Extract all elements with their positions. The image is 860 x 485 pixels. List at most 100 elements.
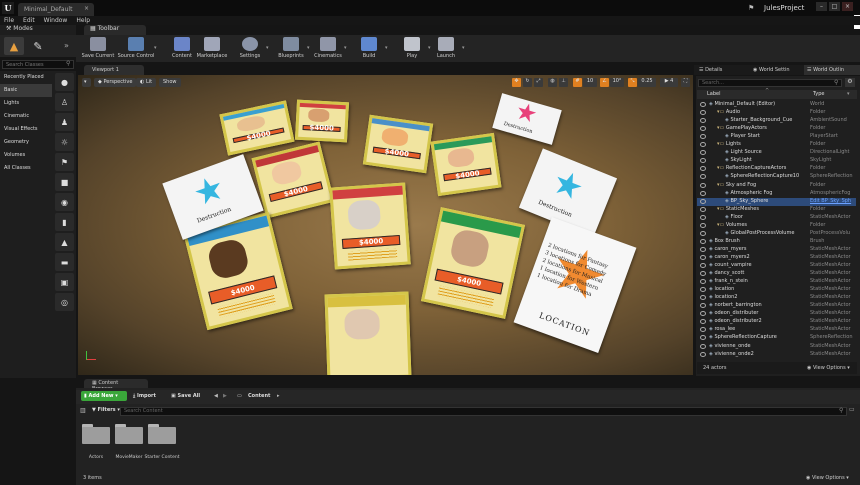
visibility-eye-icon[interactable]	[700, 118, 706, 124]
content-view-options-button[interactable]: ◉ View Options ▾	[806, 475, 849, 481]
visibility-eye-icon[interactable]	[700, 206, 706, 212]
outliner-row[interactable]: ◈ BP_Sky_Sphere Edit BP_Sky_Sph	[697, 197, 856, 206]
visibility-eye-icon[interactable]	[700, 343, 706, 349]
folder-icon[interactable]	[115, 424, 143, 444]
place-mode-icon[interactable]: ▲	[4, 37, 24, 55]
visibility-eye-icon[interactable]	[700, 327, 706, 333]
save-all-button[interactable]: ▣ Save All	[171, 393, 200, 399]
visibility-eye-icon[interactable]	[700, 150, 706, 156]
visibility-eye-icon[interactable]	[700, 142, 706, 148]
viewport[interactable]: ▾ ◆ Perspective ◐ Lit Show ✥ ↻ ⤢ ◍ ⊥ # 1…	[78, 75, 693, 375]
path-chevron-icon[interactable]: ▸	[277, 393, 280, 399]
toolbar-tab[interactable]: ▦ Toolbar	[84, 25, 146, 35]
cylinder-icon[interactable]: ▮	[55, 213, 74, 231]
outliner-row[interactable]: ◈ Box Brush Brush	[697, 238, 856, 246]
chevron-right-icon[interactable]: »	[64, 41, 69, 50]
outliner-row[interactable]: ▾▭ Sky and Fog Folder	[697, 182, 856, 190]
world-outliner-tab[interactable]: ☰ World Outlin	[804, 65, 860, 75]
minimize-button[interactable]: –	[816, 2, 827, 11]
rotation-snap-value[interactable]: 10°	[610, 78, 624, 87]
outliner-row[interactable]: ◈ Minimal_Default (Editor) World	[697, 101, 856, 109]
close-tab-icon[interactable]: ×	[84, 5, 89, 12]
player-start-icon[interactable]: ⚑	[55, 153, 74, 171]
content-search-input[interactable]: Search Content	[120, 407, 847, 416]
label-column-header[interactable]: Label	[707, 91, 721, 97]
visibility-eye-icon[interactable]	[700, 295, 706, 301]
add-new-button[interactable]: ▮ Add New ▾	[81, 391, 127, 401]
visibility-eye-icon[interactable]	[700, 214, 706, 220]
outliner-row[interactable]: ◈ dancy_scott StaticMeshActor	[697, 270, 856, 278]
outliner-row[interactable]: ◈ norbert_barrington StaticMeshActor	[697, 302, 856, 310]
details-tab[interactable]: ☰ Details	[696, 65, 746, 75]
world-local-icon[interactable]: ◍	[548, 78, 557, 87]
grid-snap-value[interactable]: 10	[583, 78, 597, 87]
category-lights[interactable]: Lights	[0, 97, 52, 110]
outliner-row[interactable]: ▾▭ ReflectionCaptureActors Folder	[697, 165, 856, 173]
actor-card[interactable]: $4000	[420, 207, 526, 319]
maximize-viewport-icon[interactable]: ⛶	[681, 78, 690, 87]
grid-snap-icon[interactable]: #	[573, 78, 582, 87]
empty-character-icon[interactable]: ♙	[55, 93, 74, 111]
visibility-eye-icon[interactable]	[700, 271, 706, 277]
camera-speed-button[interactable]: ▶ 4	[660, 78, 678, 87]
category-recently-placed[interactable]: Recently Placed	[0, 71, 52, 84]
visibility-eye-icon[interactable]	[700, 126, 706, 132]
viewport-options-icon[interactable]: ▾	[82, 78, 91, 87]
visibility-eye-icon[interactable]	[700, 166, 706, 172]
folder-icon[interactable]	[148, 424, 176, 444]
location-card[interactable]: ★ 2 locations for Fantasy 3 locations fo…	[513, 216, 637, 354]
save-search-icon[interactable]: ▭	[849, 406, 855, 413]
outliner-row[interactable]: ▾▭ Lights Folder	[697, 141, 856, 149]
back-arrow-icon[interactable]: ◀	[214, 393, 218, 399]
world-settings-tab[interactable]: ◉ World Settin	[750, 65, 802, 75]
outliner-row[interactable]: ◈ location StaticMeshActor	[697, 286, 856, 294]
source-control-button[interactable]: Source Control	[114, 35, 158, 62]
outliner-row[interactable]: ◈ location2 StaticMeshActor	[697, 294, 856, 302]
visibility-eye-icon[interactable]	[700, 287, 706, 293]
outliner-row[interactable]: ◈ Starter_Background_Cue AmbientSound	[697, 117, 856, 125]
lit-button[interactable]: ◐ Lit	[136, 78, 157, 87]
outliner-row[interactable]: ◈ caron_myers StaticMeshActor	[697, 246, 856, 254]
outliner-row[interactable]: ◈ SphereReflectionCapture SphereReflectio…	[697, 334, 856, 342]
rotation-snap-icon[interactable]: ∠	[600, 78, 609, 87]
filters-button[interactable]: ▼ Filters ▾	[92, 407, 120, 413]
visibility-eye-icon[interactable]	[700, 351, 706, 357]
actor-card[interactable]: $4000	[329, 182, 411, 270]
outliner-row[interactable]: ◈ SkyLight SkyLight	[697, 157, 856, 165]
outliner-row[interactable]: ◈ SphereReflectionCapture10 SphereReflect…	[697, 173, 856, 181]
outliner-row[interactable]: ◈ GlobalPostProcessVolume PostProcessVolu	[697, 230, 856, 238]
outliner-row[interactable]: ◈ count_vampire StaticMeshActor	[697, 262, 856, 270]
outliner-row[interactable]: ◈ odeon_distributer2 StaticMeshActor	[697, 318, 856, 326]
visibility-eye-icon[interactable]	[700, 198, 706, 204]
category-volumes[interactable]: Volumes	[0, 149, 52, 162]
maximize-button[interactable]: □	[829, 2, 840, 11]
outliner-row[interactable]: ◈ Atmospheric Fog AtmosphericFog	[697, 190, 856, 198]
outliner-row[interactable]: ◈ caron_myers2 StaticMeshActor	[697, 254, 856, 262]
modes-tab[interactable]: ⚒ Modes	[0, 25, 76, 35]
outliner-row[interactable]: ◈ frank_n_stein StaticMeshActor	[697, 278, 856, 286]
launch-dropdown-icon[interactable]: ▾	[462, 45, 465, 51]
visibility-eye-icon[interactable]	[700, 134, 706, 140]
visibility-eye-icon[interactable]	[700, 254, 706, 260]
visibility-eye-icon[interactable]	[700, 222, 706, 228]
perspective-button[interactable]: ◆ Perspective	[94, 78, 137, 87]
visibility-eye-icon[interactable]	[700, 190, 706, 196]
outliner-search-input[interactable]: Search...	[698, 79, 842, 87]
outliner-row[interactable]: ◈ Light Source DirectionalLight	[697, 149, 856, 157]
visibility-eye-icon[interactable]	[700, 238, 706, 244]
point-light-icon[interactable]: ☼	[55, 133, 74, 151]
menu-window[interactable]: Window	[44, 17, 68, 24]
empty-actor-icon[interactable]: ●	[55, 73, 74, 91]
outliner-row[interactable]: ◈ vivienne_onde2 StaticMeshActor	[697, 351, 856, 359]
show-button[interactable]: Show	[159, 78, 181, 87]
actor-card[interactable]: $4000	[430, 132, 502, 197]
folder-icon[interactable]	[82, 424, 110, 444]
outliner-row[interactable]: ▾▭ StaticMeshes Folder	[697, 206, 856, 214]
plane-icon[interactable]: ▬	[55, 253, 74, 271]
visibility-eye-icon[interactable]	[700, 230, 706, 236]
actor-card[interactable]: $4000	[362, 114, 434, 174]
visibility-eye-icon[interactable]	[700, 303, 706, 309]
category-basic[interactable]: Basic	[0, 84, 52, 97]
forward-arrow-icon[interactable]: ▶	[223, 393, 227, 399]
star-card[interactable]: ★ Destruction	[492, 93, 562, 145]
